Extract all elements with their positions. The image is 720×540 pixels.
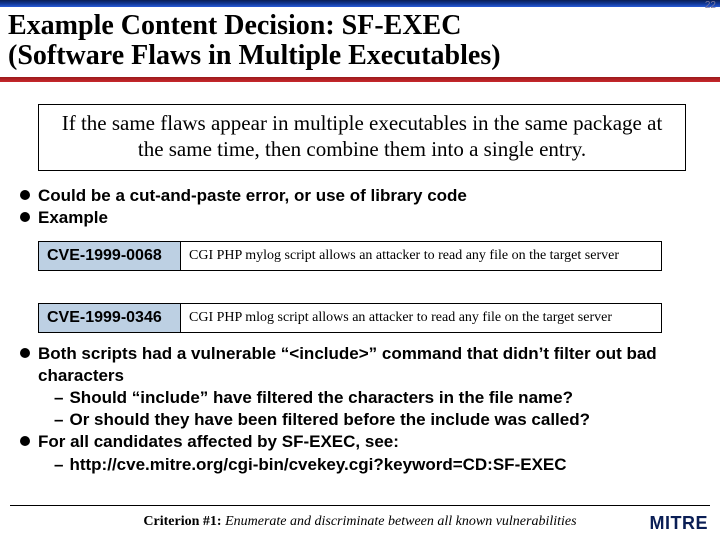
cve-desc-cell: CGI PHP mylog script allows an attacker …	[181, 242, 662, 271]
dash-icon: –	[54, 387, 63, 409]
dash-icon: –	[54, 454, 63, 476]
bullet-icon	[20, 212, 30, 222]
slide-title: Example Content Decision: SF-EXEC (Softw…	[0, 7, 720, 73]
bullet-icon	[20, 348, 30, 358]
dash-icon: –	[54, 409, 63, 431]
slide: 22 Example Content Decision: SF-EXEC (So…	[0, 0, 720, 540]
title-underline	[0, 77, 720, 82]
cve-id-cell: CVE-1999-0068	[39, 242, 181, 271]
table-row: CVE-1999-0068 CGI PHP mylog script allow…	[39, 242, 662, 271]
criterion-text: Criterion #1: Enumerate and discriminate…	[143, 514, 576, 530]
table-row: CVE-1999-0346 CGI PHP mlog script allows…	[39, 304, 662, 333]
footer-row: Criterion #1: Enumerate and discriminate…	[0, 510, 720, 534]
bullet-item: Could be a cut-and-paste error, or use o…	[20, 185, 700, 207]
bullet-text: Could be a cut-and-paste error, or use o…	[38, 185, 700, 207]
bullet-icon	[20, 436, 30, 446]
footer-divider	[10, 505, 710, 506]
bullet-text: Example	[38, 207, 700, 229]
bullets-top: Could be a cut-and-paste error, or use o…	[20, 185, 700, 229]
bullet-item: For all candidates affected by SF-EXEC, …	[20, 431, 700, 453]
cve-desc-cell: CGI PHP mlog script allows an attacker t…	[181, 304, 662, 333]
page-number: 22	[705, 0, 716, 11]
bullet-item: Example	[20, 207, 700, 229]
title-line-2: (Software Flaws in Multiple Executables)	[8, 40, 501, 71]
sub-bullet-text: Or should they have been filtered before…	[69, 409, 590, 431]
sub-bullet-item: – Or should they have been filtered befo…	[54, 409, 700, 431]
bullets-bottom: Both scripts had a vulnerable “<include>…	[20, 343, 700, 476]
mitre-logo: MITRE	[650, 513, 709, 534]
header-gradient	[0, 0, 720, 7]
cve-table: CVE-1999-0068 CGI PHP mylog script allow…	[38, 241, 662, 271]
sub-bullet-item: – http://cve.mitre.org/cgi-bin/cvekey.cg…	[54, 454, 700, 476]
sub-bullet-text: Should “include” have filtered the chara…	[69, 387, 573, 409]
table-gap	[0, 281, 720, 291]
title-line-1: Example Content Decision: SF-EXEC	[8, 10, 461, 41]
cve-id-cell: CVE-1999-0346	[39, 304, 181, 333]
bullet-text: Both scripts had a vulnerable “<include>…	[38, 343, 700, 387]
bullet-text: For all candidates affected by SF-EXEC, …	[38, 431, 700, 453]
cve-table: CVE-1999-0346 CGI PHP mlog script allows…	[38, 303, 662, 333]
footer: Criterion #1: Enumerate and discriminate…	[0, 505, 720, 534]
bullet-icon	[20, 190, 30, 200]
criterion-lead: Criterion #1:	[143, 514, 225, 529]
sub-bullets: – Should “include” have filtered the cha…	[54, 387, 700, 431]
bullet-item: Both scripts had a vulnerable “<include>…	[20, 343, 700, 387]
sub-bullets: – http://cve.mitre.org/cgi-bin/cvekey.cg…	[54, 454, 700, 476]
callout-box: If the same flaws appear in multiple exe…	[38, 104, 686, 170]
sub-bullet-text: http://cve.mitre.org/cgi-bin/cvekey.cgi?…	[69, 454, 566, 476]
criterion-rest: Enumerate and discriminate between all k…	[225, 514, 577, 529]
sub-bullet-item: – Should “include” have filtered the cha…	[54, 387, 700, 409]
